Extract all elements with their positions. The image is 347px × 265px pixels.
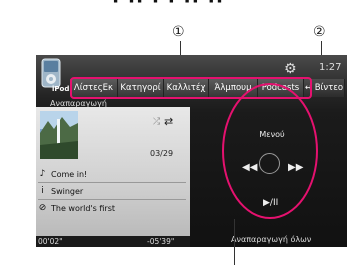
person-icon: i bbox=[41, 186, 44, 196]
page-heading-partial: · ·· · · ·· ·· bbox=[112, 0, 225, 12]
play-all-button[interactable]: Αναπαραγωγή όλων bbox=[231, 235, 311, 244]
artist-row: i Swinger bbox=[38, 186, 83, 196]
track-count: 03/29 bbox=[150, 149, 174, 158]
callout-1: ① bbox=[172, 24, 185, 40]
song-row: ♪ Come in! bbox=[38, 169, 88, 179]
now-playing-panel: ⤮ ⇄ 03/29 ♪ Come in! i Swinger ⊘ The wor… bbox=[36, 107, 190, 239]
shuffle-icon[interactable]: ⤮ bbox=[153, 117, 160, 127]
artist-name: Swinger bbox=[51, 186, 84, 196]
album-name: The world's first bbox=[51, 203, 115, 213]
song-title: Come in! bbox=[51, 169, 88, 179]
ipod-screen: iPod ⚙ 1:27 ΛίστεςΕκ Κατηγορί Καλλιτέχ Ά… bbox=[36, 55, 347, 247]
previous-track-button[interactable]: ◀◀ bbox=[242, 162, 257, 173]
music-note-icon: ♪ bbox=[39, 169, 46, 179]
ipod-label: iPod bbox=[52, 85, 70, 93]
album-artwork bbox=[40, 111, 78, 159]
album-icon: ⊘ bbox=[38, 203, 47, 213]
controls-callout-leader bbox=[234, 219, 235, 265]
time-elapsed: 00'02" bbox=[38, 237, 63, 246]
settings-gear-icon[interactable]: ⚙ bbox=[284, 61, 297, 77]
center-button[interactable] bbox=[259, 153, 280, 174]
album-row: ⊘ The world's first bbox=[38, 203, 115, 213]
clock: 1:27 bbox=[319, 62, 342, 73]
menu-button[interactable]: Μενού bbox=[242, 130, 302, 139]
play-pause-button[interactable]: ▶/II bbox=[263, 198, 278, 208]
time-remaining: -05'39" bbox=[147, 237, 175, 246]
next-track-button[interactable]: ▶▶ bbox=[288, 162, 303, 173]
divider bbox=[38, 199, 186, 200]
divider bbox=[38, 182, 186, 183]
repeat-icon[interactable]: ⇄ bbox=[164, 115, 173, 128]
callout-2: ② bbox=[313, 24, 326, 40]
